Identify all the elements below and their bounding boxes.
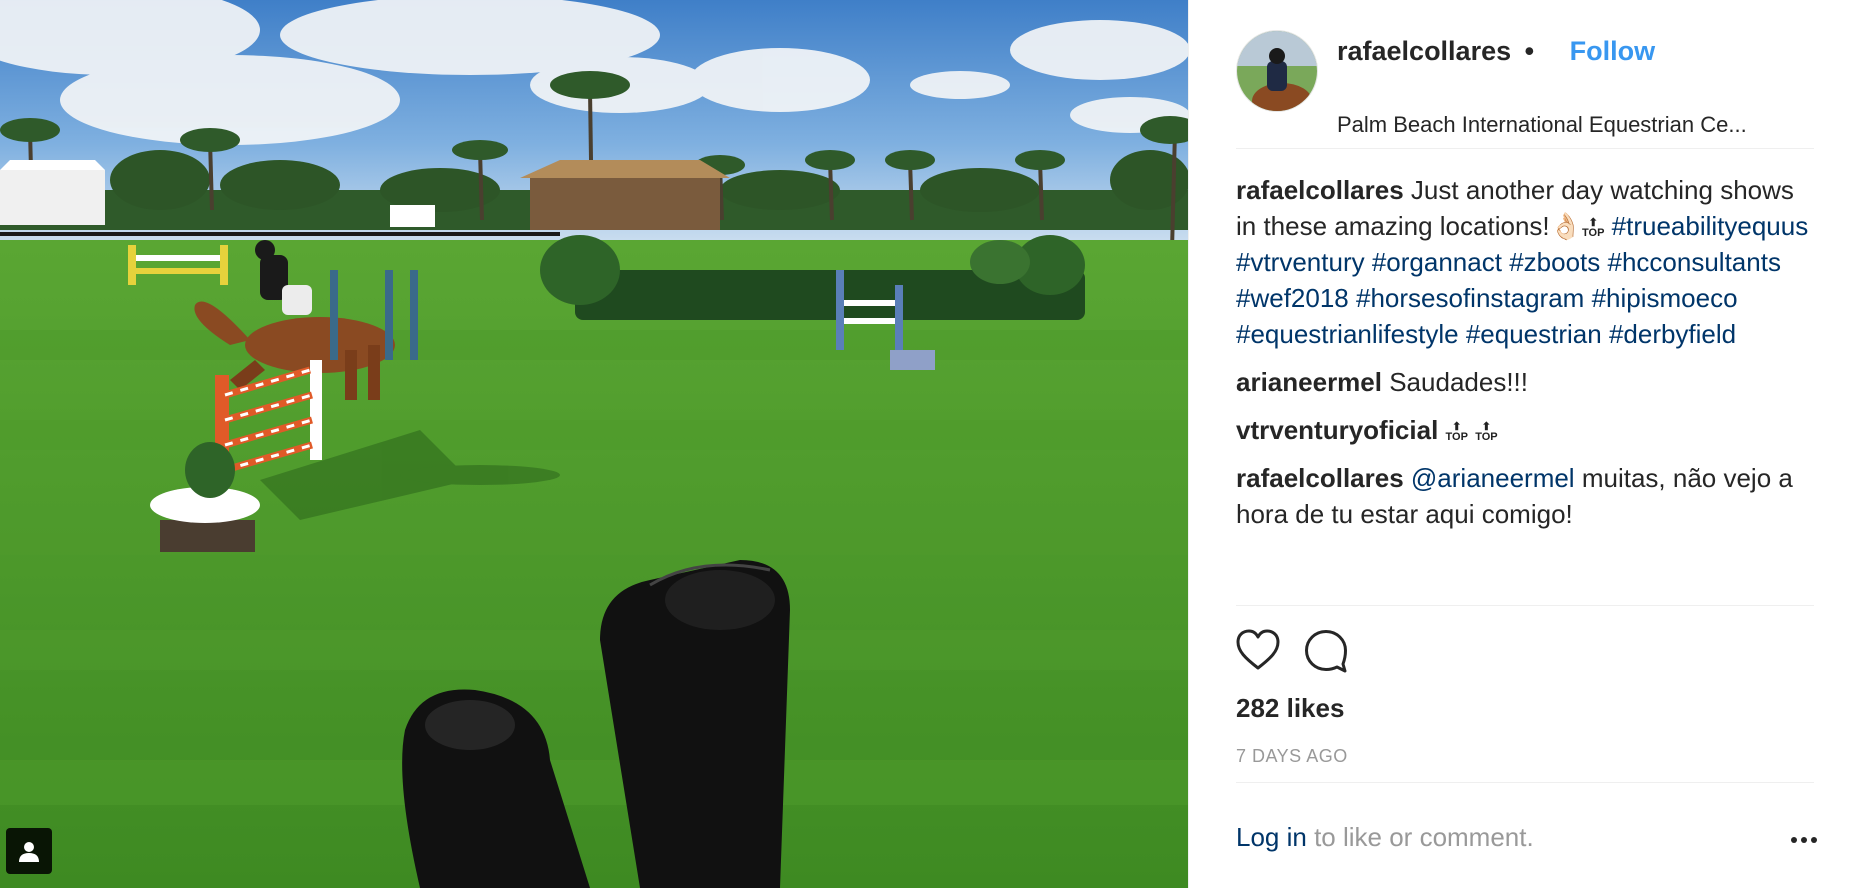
top-emoji-icon: ⬆ TOP: [1445, 421, 1468, 444]
post-photo[interactable]: [0, 0, 1188, 888]
comments-list: rafaelcollares Just another day watching…: [1236, 172, 1811, 544]
hashtag-link[interactable]: #equestrian: [1466, 319, 1602, 349]
likes-count[interactable]: 282 likes: [1236, 693, 1344, 724]
comment-item: rafaelcollares @arianeermel muitas, não …: [1236, 460, 1811, 532]
mention-link[interactable]: @arianeermel: [1411, 463, 1575, 493]
avatar-image: [1237, 31, 1317, 111]
hashtag-link[interactable]: #vtrventury: [1236, 247, 1365, 277]
hashtag-link[interactable]: #equestrianlifestyle: [1236, 319, 1459, 349]
post-actions: [1235, 628, 1435, 678]
hashtag-link[interactable]: #hipismoeco: [1592, 283, 1738, 313]
post-timestamp[interactable]: 7 DAYS AGO: [1236, 746, 1348, 767]
tagged-user-button[interactable]: [6, 828, 52, 874]
header-username-row: rafaelcollares • Follow: [1337, 36, 1655, 67]
comment-item: vtrventuryoficial ⬆ TOP ⬆ TOP: [1236, 412, 1811, 448]
comment-username[interactable]: rafaelcollares: [1236, 463, 1404, 493]
post-location[interactable]: Palm Beach International Equestrian Ce..…: [1337, 112, 1805, 138]
post-side-panel: rafaelcollares • Follow Palm Beach Inter…: [1188, 0, 1854, 888]
footer-divider: [1236, 782, 1814, 783]
follow-button[interactable]: Follow: [1570, 36, 1655, 66]
avatar[interactable]: [1236, 30, 1318, 112]
login-suffix: to like or comment.: [1314, 822, 1534, 852]
top-emoji-icon: ⬆ TOP: [1582, 217, 1605, 240]
actions-divider: [1236, 605, 1814, 606]
hashtag-link[interactable]: #organnact: [1372, 247, 1502, 277]
comment-button[interactable]: [1303, 628, 1349, 679]
heart-icon: [1236, 629, 1280, 670]
separator-dot: •: [1524, 36, 1535, 66]
post-author-username[interactable]: rafaelcollares: [1337, 36, 1511, 66]
like-button[interactable]: [1235, 628, 1281, 677]
comment-username[interactable]: arianeermel: [1236, 367, 1382, 397]
more-options-icon: [1791, 837, 1817, 843]
hashtag-link[interactable]: #derbyfield: [1609, 319, 1736, 349]
hashtag-link[interactable]: #horsesofinstagram: [1356, 283, 1584, 313]
post-image-equestrian-field: [0, 0, 1188, 888]
hashtag-link[interactable]: #zboots: [1509, 247, 1600, 277]
hashtag-link[interactable]: #trueabilityequus: [1612, 211, 1809, 241]
post-header: rafaelcollares • Follow Palm Beach Inter…: [1236, 28, 1814, 149]
top-emoji-icon: ⬆ TOP: [1475, 421, 1498, 444]
login-prompt: Log in to like or comment.: [1236, 822, 1534, 853]
comment-username[interactable]: vtrventuryoficial: [1236, 415, 1438, 445]
comment-item: arianeermel Saudades!!!: [1236, 364, 1811, 400]
more-options-button[interactable]: [1789, 825, 1819, 855]
user-tag-icon: [19, 842, 39, 862]
comment-caption: rafaelcollares Just another day watching…: [1236, 172, 1811, 352]
comment-username[interactable]: rafaelcollares: [1236, 175, 1404, 205]
hashtag-link[interactable]: #wef2018: [1236, 283, 1349, 313]
login-link[interactable]: Log in: [1236, 822, 1307, 852]
comment-text: Saudades!!!: [1389, 367, 1528, 397]
hashtag-link[interactable]: #hcconsultants: [1608, 247, 1781, 277]
comment-icon: [1305, 630, 1347, 673]
